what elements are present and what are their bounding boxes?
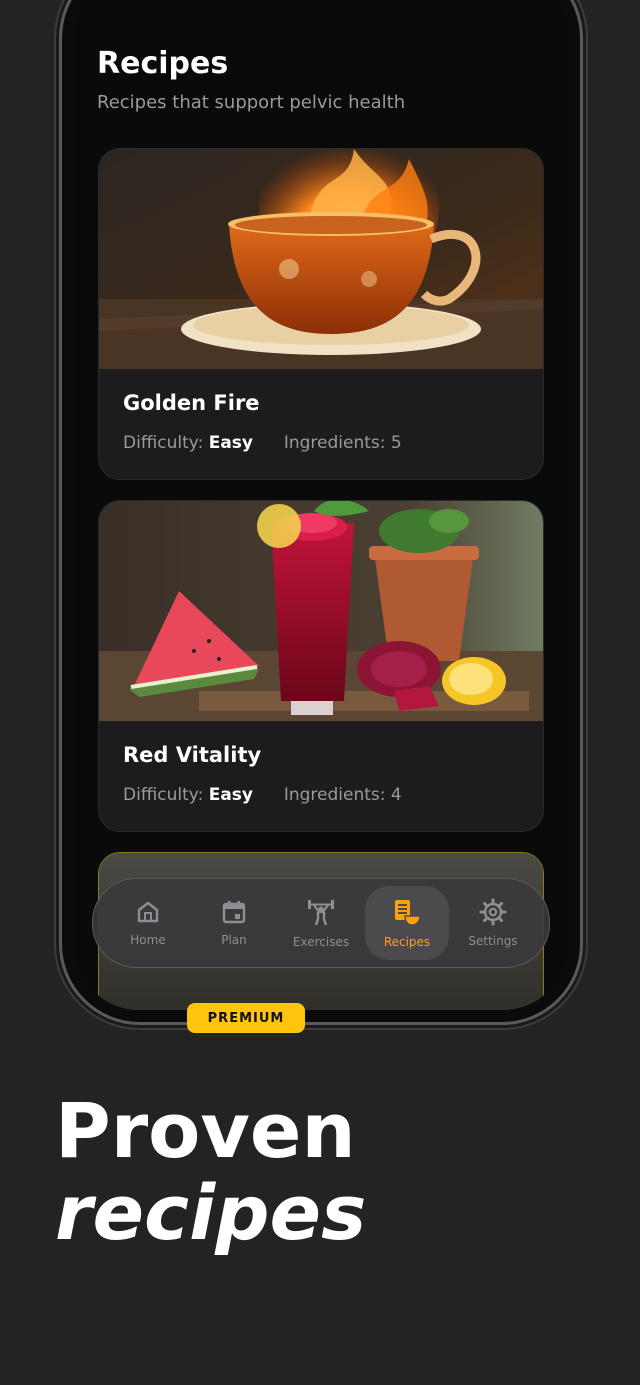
weightlifting-icon: [308, 900, 334, 926]
tab-recipes[interactable]: Recipes: [365, 886, 449, 960]
difficulty-label: Difficulty:: [123, 785, 204, 805]
tab-exercises[interactable]: Exercises: [279, 886, 363, 960]
recipes-icon: [395, 900, 421, 926]
difficulty-value: Easy: [208, 785, 254, 805]
page-title: Recipes: [97, 46, 229, 81]
recipe-meta: Difficulty: Easy Ingredients: 4: [123, 785, 402, 805]
phone-screen: Recipes Recipes that support pelvic heal…: [75, 0, 567, 1010]
recipe-card-golden-fire[interactable]: Golden Fire Difficulty: Easy Ingredients…: [98, 148, 544, 480]
headline-line-2: recipes: [55, 1168, 367, 1257]
tab-label: Home: [130, 933, 166, 947]
recipe-image-tea-cup: [99, 149, 543, 369]
tab-home[interactable]: Home: [106, 886, 190, 960]
tab-plan[interactable]: Plan: [192, 886, 276, 960]
difficulty-value: Easy: [208, 433, 254, 453]
ingredients-count: Ingredients: 5: [283, 433, 402, 453]
bottom-tab-bar: Home Plan Exercises Recipes Settings: [92, 878, 550, 968]
calendar-icon: [222, 901, 246, 924]
tab-settings[interactable]: Settings: [451, 886, 535, 960]
promo-page: Recipes Recipes that support pelvic heal…: [0, 0, 640, 1385]
premium-badge[interactable]: PREMIUM: [187, 1003, 305, 1033]
recipe-image-red-smoothie: [99, 501, 543, 721]
recipe-name: Golden Fire: [123, 391, 260, 415]
phone-volume-up-button: [56, 240, 61, 320]
tab-label: Recipes: [383, 935, 431, 949]
difficulty-label: Difficulty:: [123, 433, 204, 453]
home-icon: [137, 901, 159, 923]
tab-label: Plan: [221, 933, 247, 947]
recipe-meta: Difficulty: Easy Ingredients: 5: [123, 433, 402, 453]
ingredients-count: Ingredients: 4: [283, 785, 402, 805]
gear-icon: [479, 898, 507, 926]
tab-label: Exercises: [292, 935, 350, 949]
recipe-name: Red Vitality: [123, 743, 262, 767]
phone-power-button: [581, 270, 586, 400]
recipe-card-red-vitality[interactable]: Red Vitality Difficulty: Easy Ingredient…: [98, 500, 544, 832]
phone-volume-down-button: [56, 345, 61, 425]
headline-line-1: Proven: [55, 1086, 356, 1175]
phone-action-button: [56, 152, 61, 202]
page-subtitle: Recipes that support pelvic health: [97, 92, 406, 113]
promo-headline: Proven recipes: [55, 1090, 366, 1254]
tab-label: Settings: [468, 934, 518, 948]
